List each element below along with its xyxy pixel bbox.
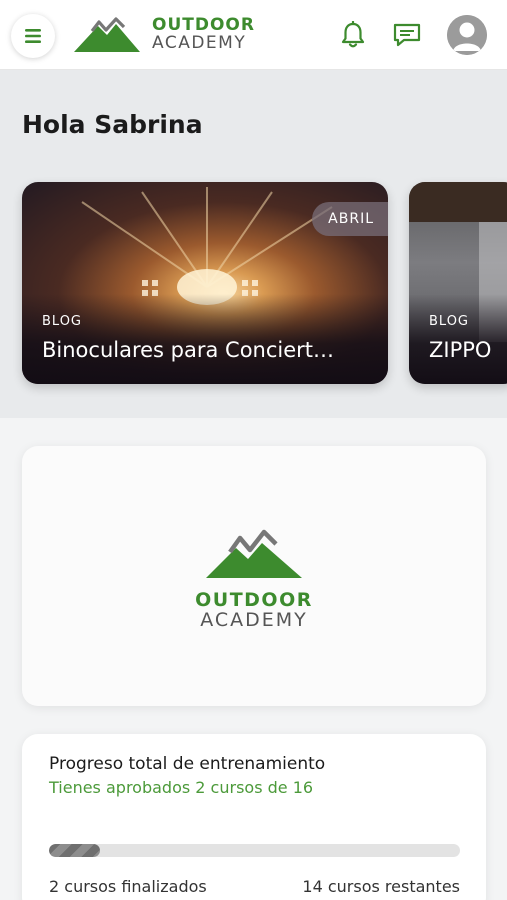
card-title: Binoculares para Conciert…	[42, 338, 335, 362]
progress-title: Progreso total de entrenamiento	[49, 754, 326, 774]
banner-brand-line-1: OUTDOOR	[195, 589, 313, 611]
blog-card[interactable]: ABRIL BLOG Binoculares para Conciert…	[22, 182, 388, 384]
hamburger-icon	[25, 29, 41, 43]
progress-bar-fill	[49, 844, 101, 857]
mountain-logo-icon	[206, 529, 302, 578]
notifications-button[interactable]	[338, 20, 368, 50]
courses-remaining-label: 14 cursos restantes	[302, 877, 460, 896]
user-avatar[interactable]	[447, 15, 487, 55]
progress-subtitle: Tienes aprobados 2 cursos de 16	[49, 778, 314, 797]
chat-icon	[393, 23, 421, 47]
menu-button[interactable]	[11, 14, 55, 58]
card-title: ZIPPO	[429, 338, 492, 362]
mountain-logo-icon	[74, 17, 140, 52]
progress-bar	[49, 844, 460, 857]
courses-finished-label: 2 cursos finalizados	[49, 877, 207, 896]
brand-wordmark: OUTDOOR ACADEMY	[152, 17, 255, 52]
brand-line-2: ACADEMY	[152, 33, 247, 53]
banner-brand-line-2: ACADEMY	[200, 609, 308, 631]
card-category: BLOG	[42, 314, 83, 329]
card-category: BLOG	[429, 314, 470, 329]
user-avatar-icon	[447, 15, 487, 55]
bell-icon	[341, 21, 365, 48]
messages-button[interactable]	[392, 20, 422, 50]
brand-line-1: OUTDOOR	[152, 15, 255, 35]
top-bar: OUTDOOR ACADEMY	[0, 0, 507, 70]
blog-card[interactable]: BLOG ZIPPO	[409, 182, 507, 384]
brand-banner: OUTDOOR ACADEMY	[22, 446, 486, 706]
brand-logo[interactable]: OUTDOOR ACADEMY	[72, 14, 262, 56]
greeting-title: Hola Sabrina	[22, 110, 203, 139]
training-progress-card: Progreso total de entrenamiento Tienes a…	[22, 734, 486, 900]
month-badge: ABRIL	[312, 202, 388, 236]
